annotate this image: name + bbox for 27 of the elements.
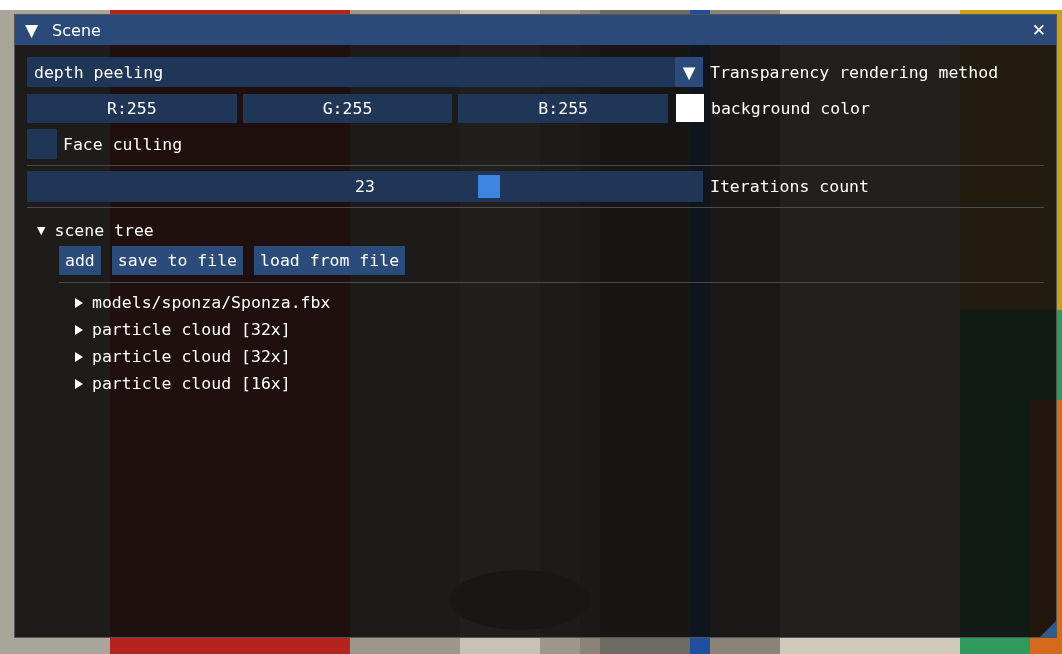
- window-title: Scene: [52, 20, 101, 40]
- iterations-slider[interactable]: 23: [27, 170, 703, 202]
- caret-icon: [74, 378, 84, 389]
- face-culling-checkbox[interactable]: [27, 129, 57, 159]
- background-color-label: background color: [711, 98, 870, 118]
- caret-icon: [74, 297, 84, 308]
- transparency-label: Transparency rendering method: [710, 62, 999, 82]
- iterations-label: Iterations count: [710, 176, 869, 196]
- color-channel-field[interactable]: B:255: [458, 93, 668, 123]
- tree-action-button[interactable]: add: [59, 246, 101, 275]
- caret-icon: [74, 351, 84, 362]
- tree-item[interactable]: models/sponza/Sponza.fbx: [27, 289, 331, 316]
- tree-action-button[interactable]: save to file: [111, 246, 244, 275]
- caret-icon: [74, 324, 84, 335]
- transparency-dropdown[interactable]: depth peeling ▼: [27, 57, 703, 87]
- color-channel-field[interactable]: G:255: [242, 93, 453, 123]
- color-swatch[interactable]: [676, 94, 704, 122]
- collapse-button[interactable]: ▼: [25, 21, 39, 39]
- tree-item[interactable]: particle cloud [16x]: [27, 370, 291, 397]
- close-button[interactable]: ✕: [1031, 21, 1046, 39]
- face-culling-label: Face culling: [63, 134, 183, 154]
- color-channel-field[interactable]: R:255: [27, 93, 237, 123]
- scene-tree-node[interactable]: ▼ scene tree: [27, 217, 154, 243]
- resize-grip-icon[interactable]: [1040, 621, 1056, 637]
- tree-item[interactable]: particle cloud [32x]: [27, 316, 291, 343]
- tree-action-button[interactable]: load from file: [254, 246, 406, 275]
- tree-item[interactable]: particle cloud [32x]: [27, 343, 291, 370]
